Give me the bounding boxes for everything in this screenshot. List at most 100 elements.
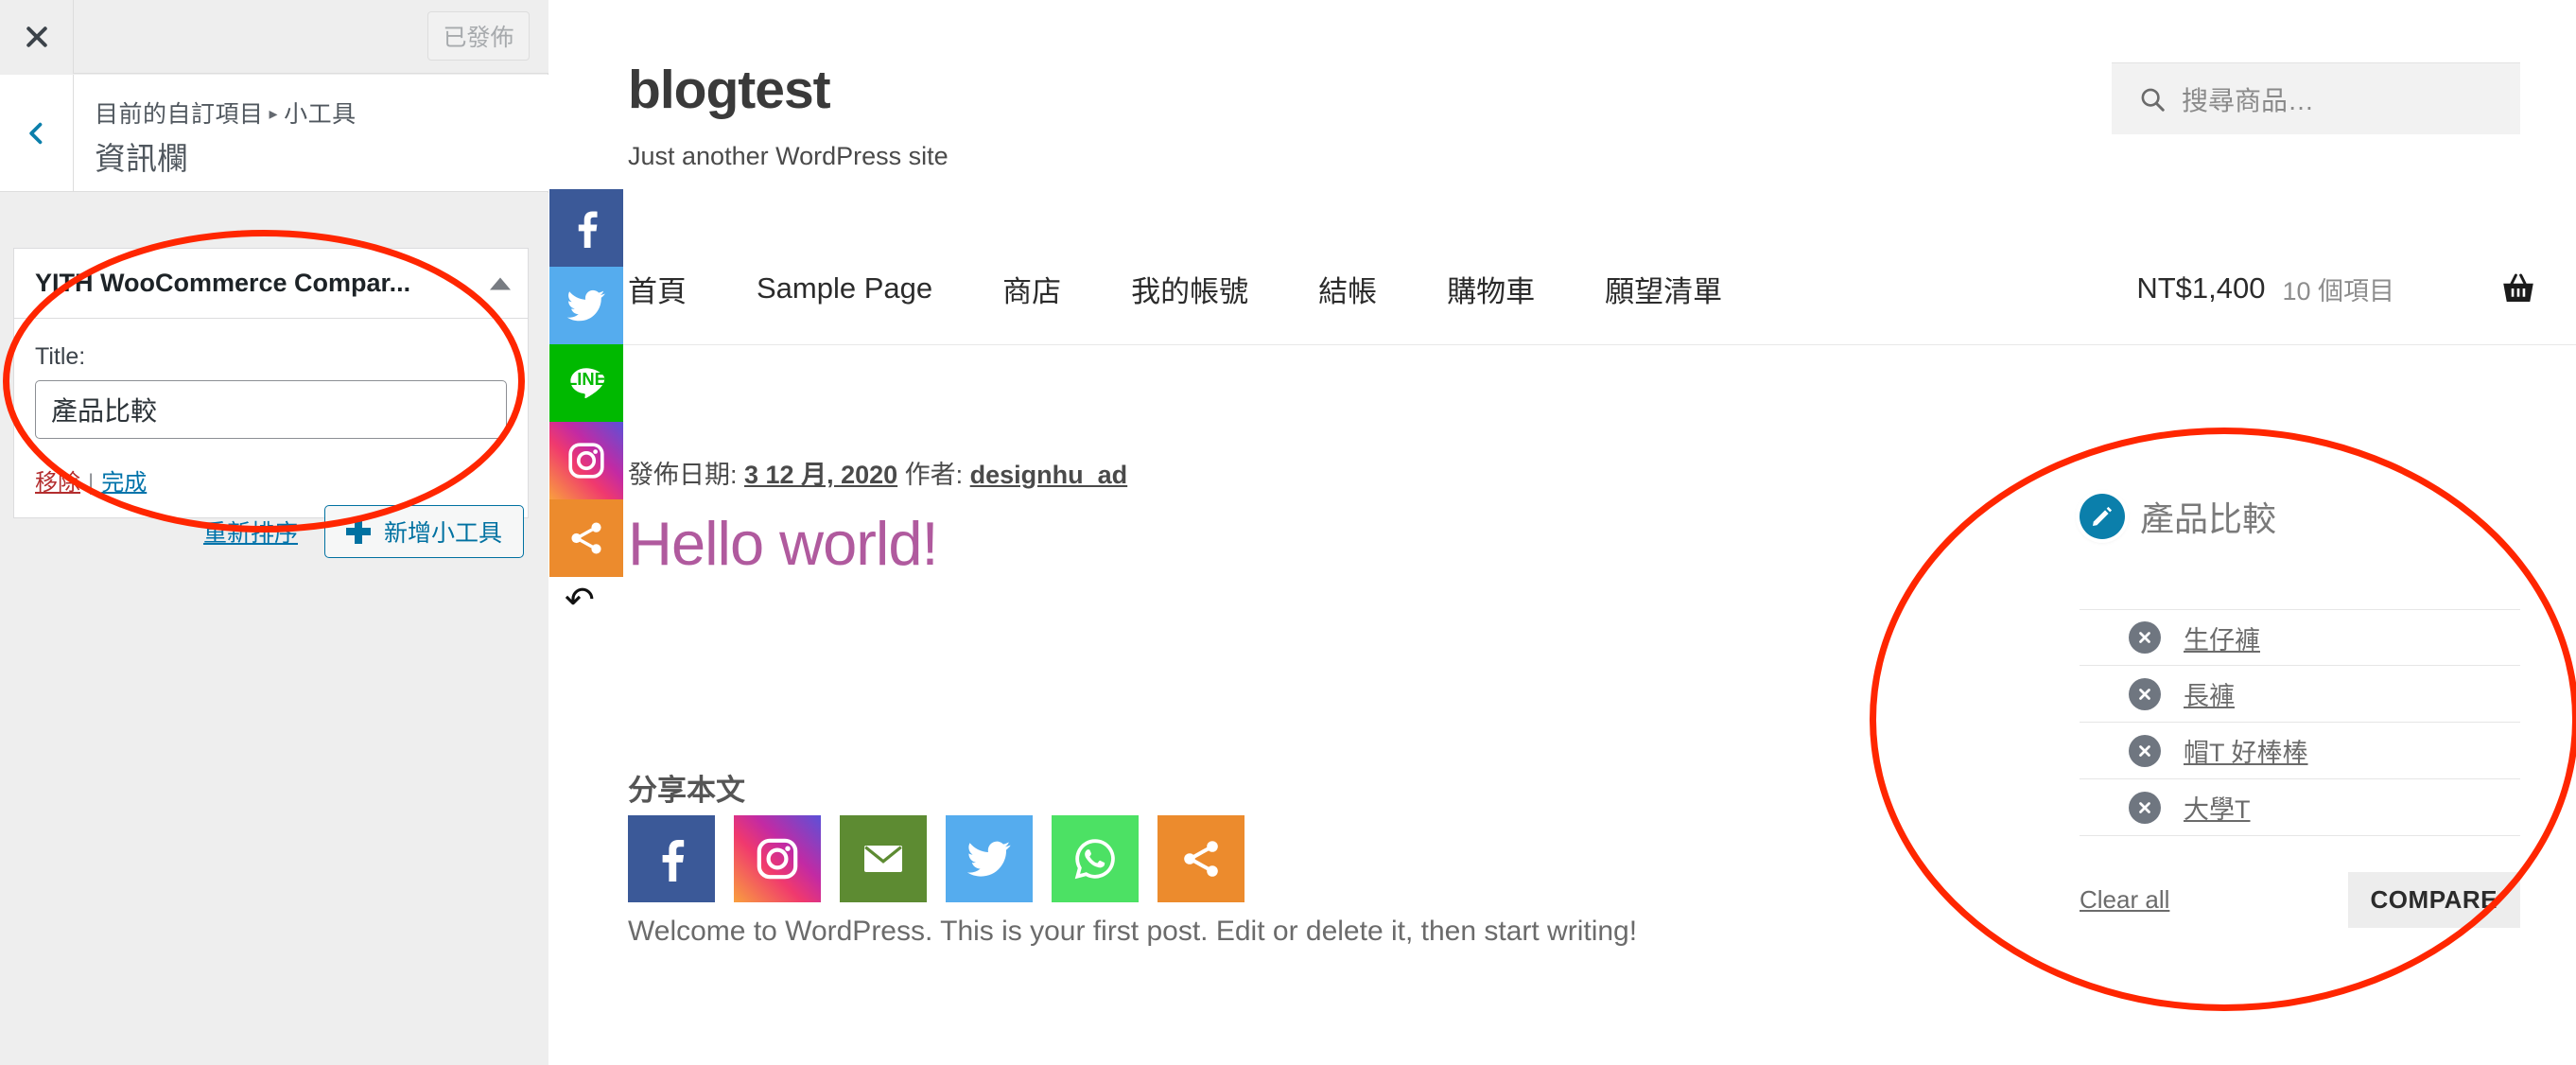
post-title[interactable]: Hello world! [628,508,1952,579]
actions-separator: | [88,470,95,496]
screen: 已發佈 目前的自訂項目 ▸ 小工具 資訊欄 YITH WooCommerce Com… [0,0,2576,1065]
add-widget-button[interactable]: 新增小工具 [323,505,524,558]
post-date-link[interactable]: 3 12 月, 2020 [744,461,897,489]
share-instagram-button[interactable] [734,815,821,902]
customizer-body: YITH WooCommerce Compar... Title: 移除|完成 … [0,193,548,1065]
reorder-link[interactable]: 重新排序 [203,515,298,549]
share-whatsapp-button[interactable] [1052,815,1139,902]
rail-line-button[interactable]: LINE [549,344,623,422]
share-more-button[interactable] [1157,815,1244,902]
add-widget-label: 新增小工具 [383,520,502,547]
post-date-label: 發佈日期: [628,461,745,489]
breadcrumb-separator-icon: ▸ [269,104,279,123]
site-title[interactable]: blogtest [628,59,831,121]
remove-widget-link[interactable]: 移除 [35,470,80,496]
breadcrumb: 目前的自訂項目 ▸ 小工具 [95,96,357,130]
nav-item-wishlist[interactable]: 願望清單 [1605,268,1722,310]
search-icon [2141,88,2165,112]
share-button-row [628,815,1263,902]
share-facebook-button[interactable] [628,815,715,902]
nav-item-checkout[interactable]: 結帳 [1318,268,1377,310]
instagram-icon [568,443,604,479]
share-heading: 分享本文 [628,774,745,807]
post-article: 發佈日期: 3 12 月, 2020 作者: designhu_ad Hello… [603,454,1952,579]
post-body: Welcome to WordPress. This is your first… [628,916,1638,947]
social-share-rail: LINE [549,189,623,577]
compare-widget-title: 產品比較 [2140,499,2277,538]
compare-widget-header: 產品比較 [2080,492,2520,541]
remove-circle-icon[interactable] [2129,621,2161,654]
email-icon [864,846,902,872]
title-field-label: Title: [35,343,86,370]
cart-total: NT$1,400 [2136,271,2266,305]
product-compare-widget: 產品比較 生仔褲 長褲 帽T 好棒棒 大學T Clear all COMPARE [2080,492,2520,928]
svg-text:LINE: LINE [566,369,606,389]
widget-body: Title: 移除 |完成 [14,319,528,517]
primary-nav-bar: 首頁 Sample Page 商店 我的帳號 結帳 購物車 願望清單 NT$1,… [549,232,2576,345]
close-icon[interactable] [0,0,74,74]
rail-facebook-button[interactable] [549,189,623,267]
twitter-icon [966,841,1011,877]
remove-circle-icon[interactable] [2129,791,2161,824]
nav-item-shop[interactable]: 商店 [1002,268,1061,310]
breadcrumb-parent[interactable]: 目前的自訂項目 [95,101,264,128]
site-tagline: Just another WordPress site [628,142,949,170]
basket-icon[interactable] [2498,269,2538,308]
widget-footer-actions: 重新排序 新增小工具 [0,505,548,558]
post-author-link[interactable]: designhu_ad [970,461,1128,489]
compare-item-link[interactable]: 生仔褲 [2184,620,2260,656]
widget-actions: 移除 | 完成 [35,463,507,497]
compare-item-link[interactable]: 長褲 [2184,675,2235,712]
plus-icon [345,519,371,544]
breadcrumb-current: 小工具 [284,101,357,128]
done-link[interactable]: 完成 [101,470,147,496]
nav-item-cart[interactable]: 購物車 [1447,268,1535,310]
rail-instagram-button[interactable] [549,422,623,499]
site-header: blogtest Just another WordPress site 搜尋商… [549,0,2576,232]
compare-item-link[interactable]: 帽T 好棒棒 [2184,732,2308,769]
nav-item-my-account[interactable]: 我的帳號 [1131,268,1248,310]
nav-item-home[interactable]: 首頁 [628,268,687,310]
chevron-up-icon[interactable] [490,277,511,289]
widget-title: YITH WooCommerce Compar... [35,269,411,297]
instagram-icon [757,838,798,880]
compare-widget-footer: Clear all COMPARE [2080,872,2520,928]
compare-button[interactable]: COMPARE [2347,872,2520,928]
twitter-icon [566,289,605,322]
facebook-icon [578,211,598,248]
chevron-left-icon[interactable] [0,75,74,192]
panel-title: 資訊欄 [95,141,188,176]
widget-header[interactable]: YITH WooCommerce Compar... [14,249,528,319]
remove-circle-icon[interactable] [2129,677,2161,710]
share-twitter-button[interactable] [946,815,1033,902]
customizer-header: 目前的自訂項目 ▸ 小工具 資訊欄 [0,75,548,192]
publish-button[interactable]: 已發佈 [427,11,530,61]
customizer-topbar: 已發佈 [0,0,548,74]
product-search-box[interactable]: 搜尋商品… [2112,62,2520,134]
remove-circle-icon[interactable] [2129,734,2161,767]
customizer-sidebar: 已發佈 目前的自訂項目 ▸ 小工具 資訊欄 YITH WooCommerce Com… [0,0,548,1065]
post-meta: 發佈日期: 3 12 月, 2020 作者: designhu_ad [628,454,1952,491]
pencil-icon[interactable] [2080,494,2125,539]
compare-list-item: 生仔褲 [2080,609,2520,666]
compare-item-link[interactable]: 大學T [2184,789,2251,826]
compare-list-item: 帽T 好棒棒 [2080,723,2520,779]
arrow-turn-left-icon: ↶ [565,581,595,620]
nav-item-sample-page[interactable]: Sample Page [757,271,932,306]
share-icon [571,522,601,554]
rail-share-button[interactable] [549,499,623,577]
primary-nav: 首頁 Sample Page 商店 我的帳號 結帳 購物車 願望清單 [628,232,1792,345]
facebook-icon [662,840,685,882]
rail-twitter-button[interactable] [549,267,623,344]
line-icon: LINE [566,368,606,398]
widget-title-input[interactable] [35,380,507,439]
whatsapp-icon [1074,839,1115,880]
clear-all-link[interactable]: Clear all [2080,885,2169,915]
compare-item-list: 生仔褲 長褲 帽T 好棒棒 大學T [2080,609,2520,836]
compare-list-item: 長褲 [2080,666,2520,723]
share-email-button[interactable] [840,815,927,902]
post-author-label: 作者: [897,461,970,489]
search-input[interactable]: 搜尋商品… [2182,80,2314,118]
cart-item-count: 10 個項目 [2282,276,2394,306]
cart-summary[interactable]: NT$1,400 10 個項目 [2136,232,2538,345]
